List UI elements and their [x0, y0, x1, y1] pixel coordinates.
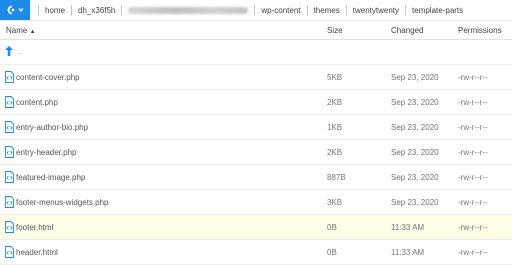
file-changed: Sep 23, 2020 [391, 173, 439, 182]
code-file-icon [5, 246, 14, 258]
file-changed: Sep 23, 2020 [391, 148, 439, 157]
file-changed: 11:33 AM [391, 223, 425, 232]
file-permissions: -rw-r--r-- [458, 73, 488, 82]
app-logo-icon [7, 5, 24, 15]
file-permissions: -rw-r--r-- [458, 248, 488, 257]
file-size: 5KB [327, 73, 343, 82]
file-name: content.php [16, 98, 58, 107]
file-name: header.html [16, 248, 58, 257]
file-name: entry-author-bio.php [16, 123, 89, 132]
file-changed: Sep 23, 2020 [391, 198, 439, 207]
breadcrumb-themes[interactable]: themes [308, 6, 346, 15]
breadcrumb: home dh_x36f5h wp-content themes twentyt… [38, 0, 469, 20]
breadcrumb-wp-content[interactable]: wp-content [255, 6, 306, 15]
breadcrumb-template-parts[interactable]: template-parts [406, 6, 469, 15]
code-file-icon [5, 71, 14, 83]
file-permissions: -rw-r--r-- [458, 223, 488, 232]
file-permissions: -rw-r--r-- [458, 148, 488, 157]
file-row[interactable]: footer.html 0B 11:33 AM -rw-r--r-- [0, 215, 512, 240]
file-row[interactable]: footer-menus-widgets.php 3KB Sep 23, 202… [0, 190, 512, 215]
file-row[interactable]: header.html 0B 11:33 AM -rw-r--r-- [0, 240, 512, 265]
code-file-icon [5, 96, 14, 108]
code-file-icon [5, 196, 14, 208]
parent-directory-row[interactable]: .. [0, 40, 512, 65]
file-size: 2KB [327, 148, 343, 157]
file-name: featured-image.php [16, 173, 86, 182]
file-row[interactable]: featured-image.php 887B Sep 23, 2020 -rw… [0, 165, 512, 190]
column-permissions-header[interactable]: Permissions [458, 26, 502, 35]
file-permissions: -rw-r--r-- [458, 173, 488, 182]
file-name: footer.html [16, 223, 54, 232]
app-menu-button[interactable] [0, 0, 30, 20]
file-row[interactable]: content-cover.php 5KB Sep 23, 2020 -rw-r… [0, 65, 512, 90]
file-permissions: -rw-r--r-- [458, 98, 488, 107]
file-changed: Sep 23, 2020 [391, 73, 439, 82]
toolbar: home dh_x36f5h wp-content themes twentyt… [0, 0, 512, 21]
file-row[interactable]: entry-header.php 2KB Sep 23, 2020 -rw-r-… [0, 140, 512, 165]
file-changed: 11:33 AM [391, 248, 425, 257]
code-file-icon [5, 146, 14, 158]
breadcrumb-home[interactable]: home [39, 6, 71, 15]
parent-directory-label: .. [18, 49, 22, 56]
file-size: 887B [327, 173, 346, 182]
file-changed: Sep 23, 2020 [391, 98, 439, 107]
column-size-header[interactable]: Size [327, 26, 343, 35]
file-row[interactable]: entry-author-bio.php 1KB Sep 23, 2020 -r… [0, 115, 512, 140]
code-file-icon [5, 121, 14, 133]
breadcrumb-user[interactable]: dh_x36f5h [72, 6, 121, 15]
file-size: 0B [327, 248, 337, 257]
file-list: .. content-cover.php 5KB Sep 23, 2020 -r… [0, 40, 512, 265]
code-file-icon [5, 221, 14, 233]
file-size: 1KB [327, 123, 343, 132]
file-size: 3KB [327, 198, 343, 207]
sort-ascending-icon: ▲ [29, 29, 36, 35]
file-permissions: -rw-r--r-- [458, 198, 488, 207]
up-arrow-icon [5, 46, 13, 56]
column-changed-header[interactable]: Changed [391, 26, 423, 35]
file-name: footer-menus-widgets.php [16, 198, 109, 207]
file-permissions: -rw-r--r-- [458, 123, 488, 132]
column-header: Name ▲ Size Changed Permissions [0, 20, 512, 40]
code-file-icon [5, 171, 14, 183]
column-name-header[interactable]: Name ▲ [6, 26, 36, 35]
file-changed: Sep 23, 2020 [391, 123, 439, 132]
breadcrumb-twentytwenty[interactable]: twentytwenty [347, 6, 405, 15]
breadcrumb-redacted-domain[interactable] [128, 6, 249, 14]
file-row[interactable]: content.php 2KB Sep 23, 2020 -rw-r--r-- [0, 90, 512, 115]
file-size: 0B [327, 223, 337, 232]
file-name: content-cover.php [16, 73, 80, 82]
file-size: 2KB [327, 98, 343, 107]
file-name: entry-header.php [16, 148, 77, 157]
column-name-label: Name [6, 26, 28, 35]
